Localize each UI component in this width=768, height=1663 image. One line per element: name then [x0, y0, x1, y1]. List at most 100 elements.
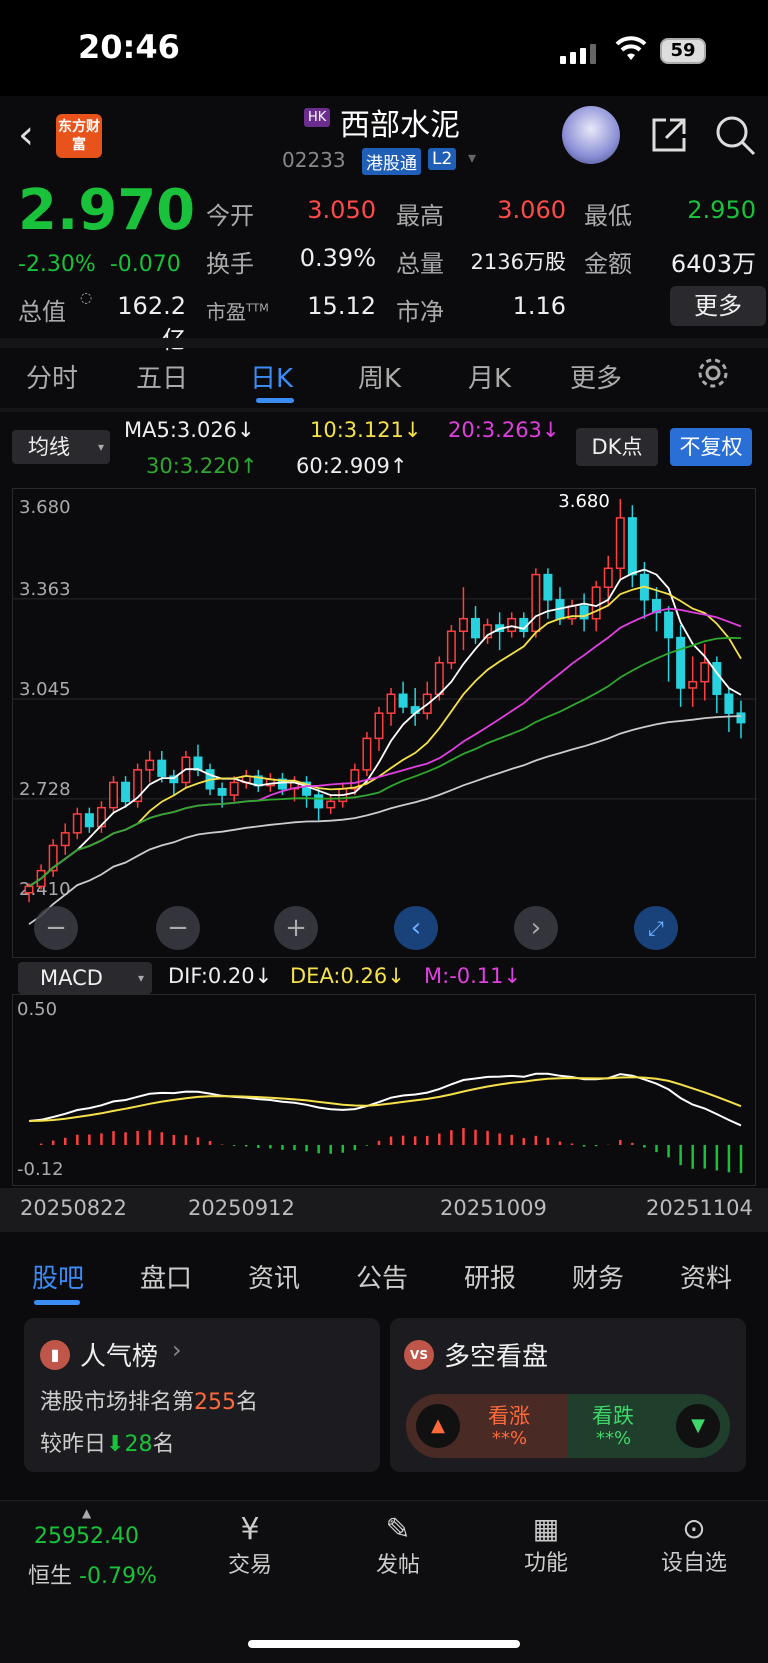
- macd-select[interactable]: MACD ▾: [18, 962, 152, 994]
- tab-profile[interactable]: 资料: [680, 1258, 732, 1295]
- rank-suffix: 名: [236, 1390, 259, 1415]
- tab-orderbook[interactable]: 盘口: [140, 1258, 192, 1295]
- pb-label: 市净: [396, 298, 444, 326]
- candle-body: [217, 788, 227, 796]
- dk-point-button[interactable]: DK点: [576, 428, 658, 466]
- turnover-value: 0.39%: [299, 244, 376, 272]
- nav-func-label: 功能: [523, 1551, 568, 1576]
- nav-trade-label: 交易: [227, 1553, 272, 1578]
- pe-label: 市盈TTM: [206, 296, 269, 325]
- date-label: 20250822: [20, 1196, 127, 1220]
- ma10-value: 10:3.121↓: [310, 418, 422, 442]
- candle-body: [398, 693, 408, 708]
- tab-daily-k[interactable]: 日K: [250, 358, 293, 395]
- macd-chart[interactable]: 0.50 -0.12: [12, 994, 756, 1186]
- pe-label-sup: TTM: [246, 301, 269, 315]
- pan-right-button[interactable]: ›: [514, 906, 558, 950]
- popularity-card[interactable]: ▮ 人气榜 › 港股市场排名第255名 较昨日⬇28名: [24, 1318, 380, 1472]
- tab-five-day[interactable]: 五日: [136, 358, 188, 395]
- assistant-avatar-icon[interactable]: [562, 106, 620, 164]
- adjust-button[interactable]: 不复权: [670, 428, 752, 466]
- candle-body: [326, 800, 336, 809]
- rank-value: 255: [194, 1390, 237, 1415]
- tab-news[interactable]: 资讯: [248, 1258, 300, 1295]
- tab-financials[interactable]: 财务: [572, 1258, 624, 1295]
- tab-announcements[interactable]: 公告: [356, 1258, 408, 1295]
- level2-tag: L2: [428, 148, 457, 170]
- candle-body: [374, 712, 384, 740]
- index-change: -0.79%: [79, 1564, 157, 1589]
- bear-label: 看跌: [592, 1404, 634, 1428]
- index-line[interactable]: 恒生 -0.79%: [28, 1558, 157, 1590]
- dea-value: DEA:0.26↓: [290, 964, 405, 988]
- tab-underline: [34, 1300, 80, 1305]
- fullscreen-icon[interactable]: ⤢: [634, 906, 678, 950]
- low-value: 2.950: [687, 196, 756, 224]
- index-value[interactable]: 25952.40: [34, 1524, 139, 1549]
- nav-post[interactable]: ✎ 发帖: [366, 1512, 430, 1579]
- candle-body: [314, 794, 324, 809]
- candle-body: [386, 693, 396, 714]
- rank-change-value: 28: [124, 1432, 153, 1457]
- stock-code: 02233: [282, 148, 346, 172]
- tab-more[interactable]: 更多: [570, 358, 622, 395]
- settings-gear-icon[interactable]: [696, 356, 730, 390]
- macd-select-label: MACD: [40, 966, 103, 990]
- candle-body: [615, 517, 625, 570]
- change-pct: -2.30%: [18, 252, 96, 277]
- index-name: 恒生: [28, 1564, 73, 1589]
- search-icon[interactable]: [714, 114, 758, 158]
- back-button[interactable]: ‹: [18, 112, 34, 158]
- divider: [0, 338, 768, 348]
- tab-research[interactable]: 研报: [464, 1258, 516, 1295]
- home-indicator[interactable]: [248, 1640, 520, 1648]
- ma-select[interactable]: 均线 ▾: [12, 430, 110, 464]
- y-tick-label: 3.363: [19, 579, 71, 600]
- vs-icon: VS: [404, 1340, 434, 1370]
- candle-body: [60, 832, 70, 847]
- nav-watchlist[interactable]: ⊙ 设自选: [654, 1512, 734, 1577]
- ma60-value: 60:2.909↑: [296, 454, 408, 478]
- chevron-down-icon[interactable]: ▾: [468, 148, 476, 167]
- ma-line: [28, 568, 742, 888]
- price-change: -2.30% -0.070: [18, 252, 181, 277]
- date-label: 20251104: [646, 1196, 753, 1220]
- bear-button[interactable]: 看跌 **% ▼: [568, 1394, 730, 1458]
- tab-monthly-k[interactable]: 月K: [468, 358, 511, 395]
- zoom-out-button-2[interactable]: −: [156, 906, 200, 950]
- zoom-out-button[interactable]: −: [34, 906, 78, 950]
- candle-body: [72, 813, 82, 834]
- nav-trade[interactable]: ¥ 交易: [218, 1512, 282, 1579]
- tab-weekly-k[interactable]: 周K: [358, 358, 401, 395]
- candle-body: [531, 573, 541, 633]
- candle-body: [157, 759, 167, 777]
- rank-line: 港股市场排名第255名: [40, 1384, 258, 1416]
- candle-body: [84, 813, 94, 828]
- ma-line: [28, 715, 742, 925]
- app-logo: 东方财富: [56, 114, 102, 158]
- tab-intraday[interactable]: 分时: [26, 358, 78, 395]
- bull-button[interactable]: ▲ 看涨 **%: [406, 1394, 568, 1458]
- candle-body: [193, 756, 203, 771]
- clock: 20:46: [78, 28, 180, 66]
- popularity-title: 人气榜: [80, 1342, 159, 1372]
- pan-left-button[interactable]: ‹: [394, 906, 438, 950]
- caret-up-icon[interactable]: ▲: [82, 1506, 91, 1520]
- kline-svg[interactable]: 3.6803.3633.0452.7282.4103.680: [13, 489, 757, 959]
- max-price-label: 3.680: [558, 491, 610, 512]
- zoom-in-button[interactable]: +: [274, 906, 318, 950]
- ranking-icon: ▮: [40, 1340, 70, 1370]
- bull-bear-card[interactable]: VS 多空看盘 ▲ 看涨 **% 看跌 **% ▼: [390, 1318, 746, 1472]
- ma-line: [28, 585, 742, 888]
- tab-forum[interactable]: 股吧: [32, 1258, 84, 1295]
- more-quote-button[interactable]: 更多: [670, 286, 766, 326]
- share-icon[interactable]: [648, 114, 690, 156]
- nav-functions[interactable]: ▦ 功能: [514, 1512, 578, 1577]
- kline-chart[interactable]: 3.680 3.363 3.045 2.728 2.410 3.680: [12, 488, 757, 959]
- macd-svg[interactable]: 0.50 -0.12: [13, 995, 757, 1187]
- low-label: 最低: [584, 202, 632, 230]
- date-label: 20250912: [188, 1196, 295, 1220]
- candle-body: [121, 781, 131, 803]
- info-icon[interactable]: ◌: [80, 290, 92, 306]
- arrow-down-icon: ⬇: [106, 1432, 125, 1457]
